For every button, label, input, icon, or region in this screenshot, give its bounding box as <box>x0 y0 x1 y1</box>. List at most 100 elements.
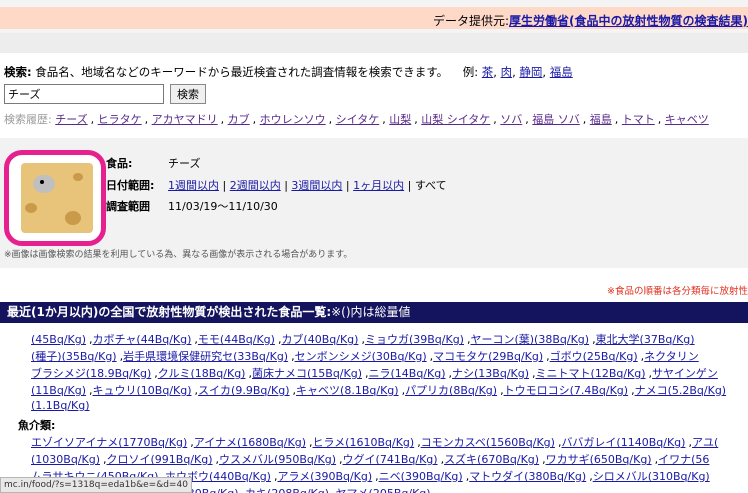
food-item-link[interactable]: サヤインゲン <box>652 367 718 380</box>
food-item-link[interactable]: モモ(44Bq/Kg) <box>198 333 275 346</box>
mouse-figure <box>33 175 55 193</box>
history-link[interactable]: トマト <box>622 113 655 126</box>
history-link[interactable]: ヒラタケ <box>98 113 142 126</box>
history-link[interactable]: 福島 <box>590 113 612 126</box>
list-row: ブラシメジ(18.9Bq/Kg) ,クルミ(18Bq/Kg) ,菌床ナメコ(15Bq… <box>31 367 718 380</box>
range-all: すべて <box>414 179 447 192</box>
food-item-link[interactable]: ナメコ(5.2Bq/Kg) <box>635 384 727 397</box>
food-item-link[interactable]: ミョウガ(39Bq/Kg) <box>365 333 464 346</box>
list-subtitle: ※()内は総量値 <box>331 305 411 319</box>
example-link[interactable]: 静岡 <box>519 65 542 79</box>
food-item-link[interactable]: コモンカスベ(1560Bq/Kg) <box>421 436 555 449</box>
food-item-link[interactable]: マトウダイ(380Bq/Kg) <box>469 470 586 483</box>
food-item-link[interactable]: スズキ(670Bq/Kg) <box>444 453 539 466</box>
history-link[interactable]: 山梨 <box>389 113 411 126</box>
list-row: (11Bq/Kg) ,キュウリ(10Bq/Kg) ,スイカ(9.9Bq/Kg) ,キャ… <box>31 384 727 397</box>
food-item-link[interactable]: ワカサギ(650Bq/Kg) <box>546 453 652 466</box>
image-note-text: ※画像は画像検索の結果を利用している為、異なる画像が表示される場合があります。 <box>4 250 353 260</box>
food-item-link[interactable]: カブ(40Bq/Kg) <box>281 333 358 346</box>
food-item-link[interactable]: ウグイ(741Bq/Kg) <box>343 453 438 466</box>
food-item-link[interactable]: ナシ(13Bq/Kg) <box>452 367 529 380</box>
food-item-link[interactable]: アラメ(390Bq/Kg) <box>277 470 372 483</box>
history-link[interactable]: シイタケ <box>336 113 380 126</box>
food-item-link[interactable]: カキ(208Bq/Kg) <box>245 487 329 493</box>
history-link[interactable]: カブ <box>228 113 250 126</box>
list-row: エゾイソアイナメ(1770Bq/Kg) ,アイナメ(1680Bq/Kg) ,ヒラメ(… <box>31 436 719 449</box>
food-item-link[interactable]: (11Bq/Kg) <box>31 384 86 397</box>
range-2week[interactable]: 2週間以内 <box>230 179 281 192</box>
food-item-link[interactable]: 東北大学(37Bq/Kg) <box>596 333 695 346</box>
history-link[interactable]: アカヤマドリ <box>152 113 218 126</box>
search-separator <box>0 33 748 53</box>
food-item-link[interactable]: ニベ(390Bq/Kg) <box>379 470 463 483</box>
food-item-link[interactable]: ニラ(14Bq/Kg) <box>369 367 446 380</box>
food-item-link[interactable]: クロソイ(991Bq/Kg) <box>107 453 213 466</box>
food-item-link[interactable]: ババガレイ(1140Bq/Kg) <box>561 436 685 449</box>
cheese-image <box>21 163 93 233</box>
food-item-link[interactable]: クルミ(18Bq/Kg) <box>158 367 246 380</box>
example-link[interactable]: 肉 <box>501 65 513 79</box>
food-item-link[interactable]: ウスメバル(950Bq/Kg) <box>219 453 336 466</box>
date-range-row: 日付範囲: 1週間以内 | 2週間以内 | 3週間以内 | 1ヶ月以内 | すべて <box>106 179 447 192</box>
status-bar: mc.in/food/?s=1318q=eda1b&e=&d=40 <box>0 477 192 493</box>
food-list: (45Bq/Kg) ,カボチャ(44Bq/Kg) ,モモ(44Bq/Kg) ,カブ(4… <box>0 325 748 493</box>
food-item-link[interactable]: (1030Bq/Kg) <box>31 453 100 466</box>
search-input[interactable] <box>4 84 164 104</box>
search-label: 検索: <box>4 65 32 79</box>
food-item-link[interactable]: ネクタリン <box>644 350 699 363</box>
food-item-link[interactable]: 菌床ナメコ(15Bq/Kg) <box>252 367 362 380</box>
history-link[interactable]: 山梨 シイタケ <box>421 113 490 126</box>
history-link[interactable]: 福島 ソバ <box>532 113 580 126</box>
history-link[interactable]: ホウレンソウ <box>260 113 326 126</box>
food-item-link[interactable]: アイナメ(1680Bq/Kg) <box>194 436 306 449</box>
food-item-link[interactable]: スイカ(9.9Bq/Kg) <box>198 384 290 397</box>
food-item-link[interactable]: ゴボウ(25Bq/Kg) <box>550 350 638 363</box>
list-row: (45Bq/Kg) ,カボチャ(44Bq/Kg) ,モモ(44Bq/Kg) ,カブ(4… <box>31 333 695 346</box>
food-item-link[interactable]: キュウリ(10Bq/Kg) <box>93 384 192 397</box>
history-link[interactable]: キャベツ <box>665 113 709 126</box>
food-item-link[interactable]: マコモタケ(29Bq/Kg) <box>433 350 543 363</box>
search-button[interactable]: 検索 <box>170 84 206 104</box>
food-item-link[interactable]: シロメバル(310Bq/Kg) <box>593 470 710 483</box>
list-row: (1.1Bq/Kg) <box>31 399 93 412</box>
provider-link[interactable]: 厚生労働省(食品中の放射性物質の検査結果) <box>509 14 748 28</box>
history-link[interactable]: チーズ <box>55 113 87 126</box>
data-provider: データ提供元:厚生労働省(食品中の放射性物質の検査結果) <box>433 12 748 29</box>
food-item-link[interactable]: (45Bq/Kg) <box>31 333 86 346</box>
list-row: (1030Bq/Kg) ,クロソイ(991Bq/Kg) ,ウスメバル(950Bq/K… <box>31 453 710 466</box>
food-item-link[interactable]: 岩手県環境保健研究セ(33Bq/Kg) <box>123 350 288 363</box>
food-item-link[interactable]: トウモロコシ(7.4Bq/Kg) <box>504 384 629 397</box>
range-1month[interactable]: 1ヶ月以内 <box>353 179 404 192</box>
food-item-link[interactable]: キャベツ(8.1Bq/Kg) <box>296 384 399 397</box>
search-history: 検索履歴: チーズ, ヒラタケ, アカヤマドリ, カブ, ホウレンソウ, シイタ… <box>4 113 709 126</box>
food-item-link[interactable]: ミニトマト(12Bq/Kg) <box>536 367 646 380</box>
food-item-link[interactable]: (1.1Bq/Kg) <box>31 399 90 412</box>
range-3week[interactable]: 3週間以内 <box>291 179 342 192</box>
food-row: 食品: チーズ <box>106 155 200 171</box>
example-link[interactable]: 福島 <box>550 65 573 79</box>
food-item-link[interactable]: ヤマメ(205Bq/Kg) <box>336 487 431 493</box>
mouse-eye <box>40 180 44 184</box>
survey-range-row: 調査範囲 11/03/19〜11/10/30 <box>106 198 278 214</box>
food-item-link[interactable]: ブラシメジ(18.9Bq/Kg) <box>31 367 151 380</box>
food-item-link[interactable]: エゾイソアイナメ(1770Bq/Kg) <box>31 436 187 449</box>
food-item-link[interactable]: ヒラメ(1610Bq/Kg) <box>313 436 415 449</box>
provider-prefix: データ提供元: <box>432 14 510 28</box>
food-item-link[interactable]: カボチャ(44Bq/Kg) <box>93 333 192 346</box>
history-label: 検索履歴: <box>4 113 52 126</box>
food-item-link[interactable]: アユ( <box>692 436 718 449</box>
food-item-link[interactable]: (種子)(35Bq/Kg) <box>31 350 117 363</box>
date-label: 日付範囲: <box>106 179 155 192</box>
food-item-link[interactable]: イワナ(56 <box>658 453 709 466</box>
food-item-link[interactable]: センボンシメジ(30Bq/Kg) <box>295 350 427 363</box>
range-1week[interactable]: 1週間以内 <box>168 179 219 192</box>
food-item-link[interactable]: パプリカ(8Bq/Kg) <box>405 384 497 397</box>
sort-note: ※食品の順番は各分類毎に放射性 <box>607 286 748 297</box>
category-label: 魚介類: <box>18 419 56 432</box>
example-link[interactable]: 茶 <box>482 65 494 79</box>
food-label: 食品: <box>106 157 133 170</box>
food-thumbnail <box>4 150 106 246</box>
history-link[interactable]: ソバ <box>500 113 522 126</box>
food-item-link[interactable]: ヤーコン(葉)(38Bq/Kg) <box>470 333 589 346</box>
list-header: 最近(1か月以内)の全国で放射性物質が検出された食品一覧:※()内は総量値 <box>0 302 748 323</box>
